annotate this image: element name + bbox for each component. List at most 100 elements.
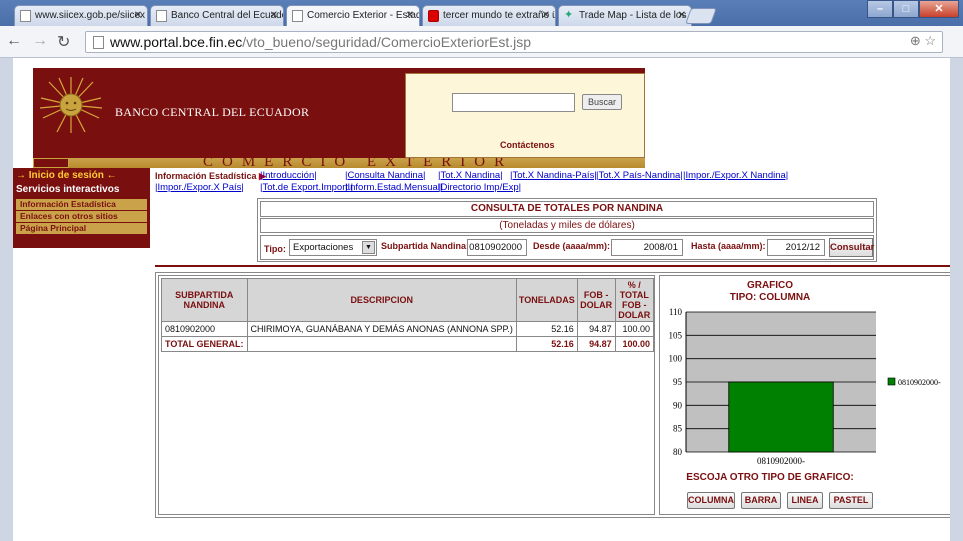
submenu-current: Información Estadística ▶	[155, 171, 266, 182]
close-tab-icon[interactable]: ✕	[270, 10, 278, 21]
chart-type-pastel-button[interactable]: PASTEL	[829, 492, 873, 509]
query-title: CONSULTA DE TOTALES POR NANDINA	[260, 201, 874, 217]
tab-title: Trade Map - Lista de los m	[579, 10, 692, 21]
submenu-current-label: Información Estadística	[155, 171, 257, 181]
x-tick-label: 0810902000-	[757, 456, 805, 466]
table-total-row: TOTAL GENERAL: 52.16 94.87 100.00	[161, 336, 655, 352]
browser-toolbar: ← → ↻ www.portal.bce.fin.ec/vto_bueno/se…	[0, 26, 963, 58]
column-header: TONELADAS	[515, 278, 578, 322]
bar	[728, 381, 834, 453]
page-icon	[292, 10, 303, 22]
submenu-link-tot-export-import[interactable]: |Tot.de Export.Import.|	[260, 182, 353, 193]
table-cell: 52.16	[515, 321, 578, 337]
submenu-link-directorio[interactable]: |Directorio Imp/Exp|	[438, 182, 521, 193]
column-header: FOB - DOLAR	[576, 278, 616, 322]
submenu-link-impor-expor-pais[interactable]: |Impor./Expor.X País|	[155, 182, 244, 193]
sidebar-item-informacion-estadistica[interactable]: Información Estadística	[16, 199, 147, 210]
table-cell: CHIRIMOYA, GUANÁBANA Y DEMÁS ANONAS (ANN…	[246, 321, 517, 337]
maximize-icon[interactable]: □	[893, 0, 919, 18]
desde-label: Desde (aaaa/mm):	[533, 241, 611, 251]
contact-link[interactable]: Contáctenos	[500, 140, 555, 150]
new-tab-button[interactable]	[685, 8, 717, 24]
back-icon[interactable]: ←	[6, 32, 22, 50]
login-link[interactable]: → Inicio de sesión ←	[13, 170, 150, 181]
tipo-select[interactable]: Exportaciones ▼	[289, 239, 377, 256]
table-cell: 94.87	[576, 321, 616, 337]
column-header: DESCRIPCION	[246, 278, 517, 322]
divider	[155, 265, 963, 267]
legend-label: 0810902000-	[898, 378, 941, 387]
page-icon	[156, 10, 167, 22]
trade-map-icon: ✦	[564, 9, 574, 21]
address-host: www.portal.bce.fin.ec	[110, 34, 243, 50]
chevron-down-icon: ▼	[362, 241, 375, 254]
browser-tab[interactable]: Banco Central del Ecuador ✕	[150, 5, 284, 26]
close-tab-icon[interactable]: ✕	[406, 10, 414, 21]
chart-type-barra-button[interactable]: BARRA	[741, 492, 781, 509]
browser-tab-bar: www.siicex.gob.pe/siicex ✕ Banco Central…	[0, 0, 963, 26]
subpartida-label: Subpartida Nandina:	[381, 241, 470, 251]
hasta-label: Hasta (aaaa/mm):	[691, 241, 766, 251]
sidebar-item-enlaces[interactable]: Enlaces con otros sitios	[16, 211, 147, 222]
bank-sun-logo-icon	[39, 77, 103, 133]
column-header: SUBPARTIDA NANDINA	[161, 278, 248, 322]
column-chart: 80 85 90 95 100 105 110 0810902000- 0810902000-	[669, 308, 942, 466]
submenu-link-inform-estad-mensual[interactable]: |Inform.Estad.Mensual|	[345, 182, 442, 193]
browser-tab[interactable]: tercer mundo te extraño ü ✕	[422, 5, 556, 26]
browser-tab[interactable]: ✦ Trade Map - Lista de los m ✕	[558, 5, 692, 26]
browser-tab-active[interactable]: Comercio Exterior - Estadí ✕	[286, 5, 420, 26]
table-header-row: SUBPARTIDA NANDINA DESCRIPCION TONELADAS…	[161, 278, 655, 322]
sidebar-item-pagina-principal[interactable]: Página Principal	[16, 223, 147, 234]
column-header: % / TOTAL FOB - DOLAR	[614, 278, 655, 322]
table-row: 0810902000 CHIRIMOYA, GUANÁBANA Y DEMÁS …	[161, 321, 655, 337]
search-panel: Buscar Contáctenos	[405, 73, 645, 158]
y-tick-label: 105	[669, 330, 683, 340]
window-controls: – □ ✕	[867, 0, 959, 18]
y-tick-label: 110	[669, 308, 683, 317]
zoom-star-icons[interactable]: ⊕ ☆	[910, 33, 936, 49]
consultar-button[interactable]: Consultar	[829, 238, 874, 257]
address-path: /vto_bueno/seguridad/ComercioExteriorEst…	[242, 34, 531, 50]
y-tick-label: 85	[673, 424, 683, 434]
results-panel: SUBPARTIDA NANDINA DESCRIPCION TONELADAS…	[155, 272, 959, 518]
desde-input[interactable]: 2008/01	[611, 239, 683, 256]
chart-panel: GRAFICO TIPO: COLUMNA 80 85 90 95 100 105 110 0…	[659, 275, 955, 515]
subpartida-input[interactable]: 0810902000	[467, 239, 527, 256]
table-cell: 52.16	[515, 336, 578, 352]
minimize-icon[interactable]: –	[867, 0, 893, 18]
chart-title-line2: TIPO: COLUMNA	[729, 292, 811, 303]
tab-title: Comercio Exterior - Estadí	[307, 10, 420, 21]
tipo-label: Tipo:	[264, 244, 286, 254]
submenu-link-impor-expor-nandina[interactable]: |Impor./Expor.X Nandina|	[683, 170, 788, 181]
close-tab-icon[interactable]: ✕	[678, 10, 686, 21]
submenu-link-tot-nandina[interactable]: |Tot.X Nandina|	[438, 170, 503, 181]
choose-chart-label: ESCOJA OTRO TIPO DE GRAFICO:	[686, 472, 854, 483]
table-cell	[246, 336, 517, 352]
tab-title: Banco Central del Ecuador	[171, 10, 284, 21]
reload-icon[interactable]: ↻	[57, 32, 70, 52]
y-tick-label: 80	[673, 447, 683, 457]
address-bar[interactable]: www.portal.bce.fin.ec/vto_bueno/segurida…	[85, 31, 943, 53]
close-window-icon[interactable]: ✕	[919, 0, 959, 18]
chart-type-columna-button[interactable]: COLUMNA	[687, 492, 735, 509]
submenu-link-tot-nandina-pais[interactable]: |Tot.X Nandina-País|	[510, 170, 597, 181]
chart-type-linea-button[interactable]: LINEA	[787, 492, 823, 509]
forward-icon[interactable]: →	[32, 32, 48, 50]
search-button[interactable]: Buscar	[582, 94, 623, 110]
submenu-link-introduccion[interactable]: |Introducción|	[260, 170, 317, 181]
hasta-input[interactable]: 2012/12	[767, 239, 825, 256]
banner-tab	[33, 158, 69, 168]
browser-tab[interactable]: www.siicex.gob.pe/siicex ✕	[14, 5, 148, 26]
page-icon	[20, 10, 31, 22]
submenu-link-tot-pais-nandina[interactable]: |Tot.X País-Nandina|	[596, 170, 683, 181]
close-tab-icon[interactable]: ✕	[542, 10, 550, 21]
table-cell: 100.00	[614, 321, 655, 337]
y-tick-label: 90	[673, 400, 683, 410]
legend-swatch	[887, 377, 896, 386]
close-tab-icon[interactable]: ✕	[134, 10, 142, 21]
table-cell: 94.87	[576, 336, 616, 352]
search-input[interactable]	[452, 93, 575, 112]
submenu-link-consulta-nandina[interactable]: |Consulta Nandina|	[345, 170, 425, 181]
chart-title: GRAFICO TIPO: COLUMNA	[660, 280, 880, 304]
chart-title-line1: GRAFICO	[746, 280, 794, 291]
